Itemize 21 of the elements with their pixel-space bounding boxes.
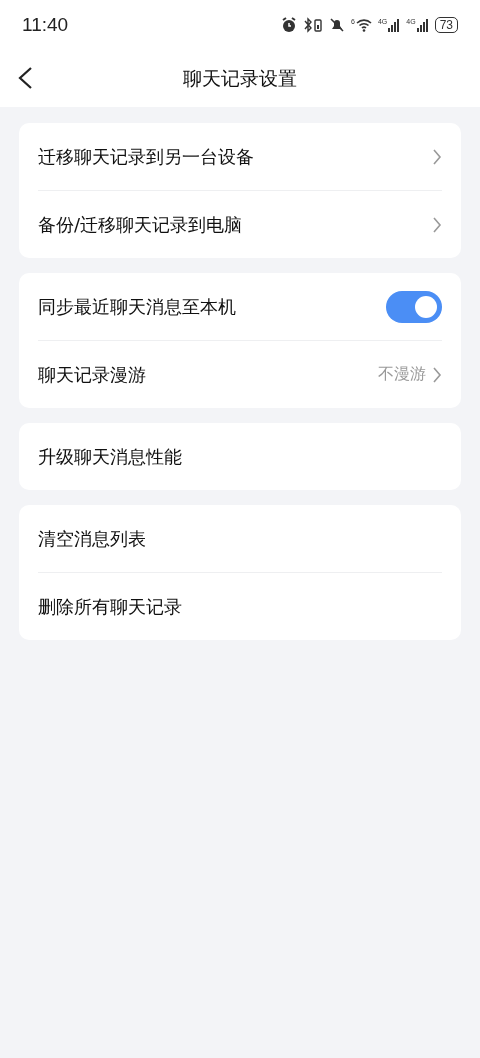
mute-bell-icon	[329, 17, 346, 33]
setting-label[interactable]: 迁移聊天记录到另一台设备	[38, 144, 432, 169]
battery-level: 73	[434, 17, 458, 33]
page-title: 聊天记录设置	[183, 65, 297, 91]
setting-label[interactable]: 升级聊天消息性能	[38, 444, 442, 469]
setting-label[interactable]: 聊天记录漫游	[38, 362, 378, 387]
setting-label[interactable]: 清空消息列表	[38, 526, 442, 551]
chevron-right-icon	[432, 148, 442, 165]
chevron-right-icon	[432, 366, 442, 383]
signal-icon	[388, 18, 401, 32]
setting-label[interactable]: 同步最近聊天消息至本机	[38, 294, 386, 319]
bluetooth-battery-icon	[303, 17, 324, 33]
wifi-icon	[355, 18, 372, 32]
setting-label[interactable]: 备份/迁移聊天记录到电脑	[38, 212, 432, 237]
signal-icon	[416, 18, 429, 32]
alarm-icon	[281, 17, 298, 33]
status-time: 11:40	[22, 14, 69, 36]
toggle-switch[interactable]	[386, 290, 442, 323]
setting-value: 不漫游	[378, 364, 426, 385]
setting-label[interactable]: 删除所有聊天记录	[38, 594, 442, 619]
chevron-right-icon	[432, 216, 442, 233]
